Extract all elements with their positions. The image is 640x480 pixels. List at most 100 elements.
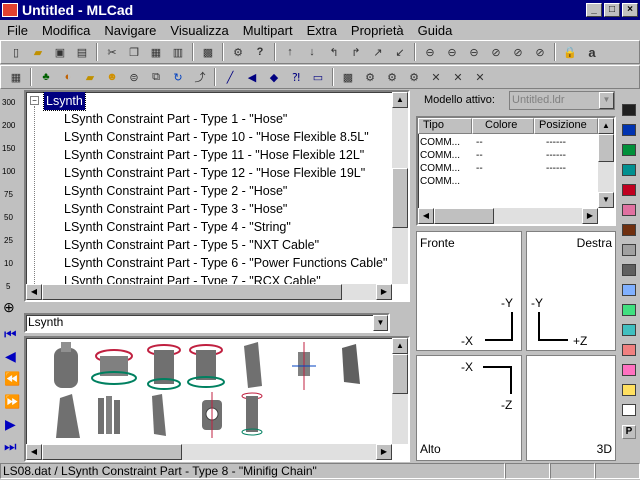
minifig-icon[interactable]: ☻ xyxy=(101,67,123,87)
scroll-thumb[interactable] xyxy=(598,134,614,162)
optional-line-icon[interactable]: ⁈ xyxy=(285,67,307,87)
color-swatch[interactable] xyxy=(622,304,636,316)
zoom-10[interactable]: 10 xyxy=(4,259,13,268)
part-thumb-10[interactable] xyxy=(152,394,166,436)
properties-icon[interactable]: ⚙ xyxy=(227,42,249,62)
part-thumb-2[interactable] xyxy=(91,349,137,385)
quad-icon[interactable]: ◆ xyxy=(263,67,285,87)
color-swatch[interactable] xyxy=(622,404,636,416)
close-button[interactable]: × xyxy=(622,3,638,17)
parts-category-select[interactable]: Lsynth ▼ xyxy=(24,313,390,333)
last-step-icon[interactable]: ⏭ xyxy=(4,438,17,455)
scroll-left-icon[interactable]: ◀ xyxy=(26,444,42,460)
active-model-select[interactable]: Untitled.ldr ▼ xyxy=(509,91,615,110)
color-swatch[interactable] xyxy=(622,324,636,336)
part-thumb-9[interactable] xyxy=(98,396,120,434)
line-icon[interactable]: ╱ xyxy=(219,67,241,87)
gallery-hscrollbar[interactable]: ◀ ▶ xyxy=(26,444,392,460)
model-vscrollbar[interactable]: ▲ ▼ xyxy=(598,118,614,208)
scroll-up-icon[interactable]: ▲ xyxy=(392,338,408,354)
color-swatch[interactable] xyxy=(622,144,636,156)
zoom-150[interactable]: 150 xyxy=(2,144,15,153)
tree-item[interactable]: LSynth Constraint Part - Type 12 - "Hose… xyxy=(64,164,365,182)
viewport-top[interactable]: -X -Z Alto xyxy=(416,355,522,461)
part-thumb-11[interactable] xyxy=(202,392,222,438)
color-swatch[interactable] xyxy=(622,184,636,196)
help-context-icon[interactable]: ? xyxy=(249,42,271,62)
paste-icon[interactable]: ▦ xyxy=(145,42,167,62)
menu-file[interactable]: File xyxy=(0,23,35,38)
part-thumb-8[interactable] xyxy=(56,394,80,438)
forward-icon[interactable]: ⏩ xyxy=(4,394,20,410)
tree-item[interactable]: LSynth Constraint Part - Type 10 - "Hose… xyxy=(64,128,369,146)
back-icon[interactable]: ⏪ xyxy=(4,371,20,387)
synth-cross3-icon[interactable]: ✕ xyxy=(469,67,491,87)
col-header-tipo[interactable]: Tipo xyxy=(418,118,472,134)
move-right-icon[interactable]: ↱ xyxy=(345,42,367,62)
move-diag-icon[interactable]: ↗ xyxy=(367,42,389,62)
color-swatch[interactable] xyxy=(622,204,636,216)
scroll-right-icon[interactable]: ▶ xyxy=(376,284,392,300)
app-icon[interactable] xyxy=(2,3,18,17)
zoom-50[interactable]: 50 xyxy=(4,213,13,222)
table-row[interactable]: COMM...-------- xyxy=(420,163,566,174)
scroll-up-icon[interactable]: ▲ xyxy=(392,92,408,108)
tree-item[interactable]: LSynth Constraint Part - Type 1 - "Hose" xyxy=(64,110,287,128)
rotate-z-icon[interactable]: ⊖ xyxy=(463,42,485,62)
col-header-colore[interactable]: Colore xyxy=(472,118,534,134)
color-swatch[interactable] xyxy=(622,164,636,176)
palette-more-button[interactable]: P xyxy=(622,425,636,439)
color-swatch[interactable] xyxy=(622,364,636,376)
color-swatch[interactable] xyxy=(622,384,636,396)
ghost-icon[interactable]: ▩ xyxy=(337,67,359,87)
scroll-down-icon[interactable]: ▼ xyxy=(598,192,614,208)
viewport-3d[interactable]: 3D xyxy=(526,355,616,461)
menu-guida[interactable]: Guida xyxy=(411,23,460,38)
rotate-y-icon[interactable]: ⊖ xyxy=(441,42,463,62)
tree-item[interactable]: LSynth Constraint Part - Type 3 - "Hose" xyxy=(64,200,287,218)
part-thumb-1[interactable] xyxy=(54,342,78,388)
scroll-thumb[interactable] xyxy=(434,208,494,224)
tree-root-lsynth[interactable]: Lsynth xyxy=(43,92,86,111)
rotate-x-icon[interactable]: ⊖ xyxy=(419,42,441,62)
viewport-right[interactable]: Destra -Y +Z xyxy=(526,231,616,351)
open-folder-icon[interactable]: ▰ xyxy=(27,42,49,62)
cylinder-icon[interactable]: ⊜ xyxy=(123,67,145,87)
menu-multipart[interactable]: Multipart xyxy=(236,23,300,38)
first-step-icon[interactable]: ⏮ xyxy=(4,326,17,343)
save-icon[interactable]: ▣ xyxy=(49,42,71,62)
gallery-vscrollbar[interactable]: ▲ xyxy=(392,338,408,444)
chevron-down-icon[interactable]: ▼ xyxy=(373,315,388,331)
zoom-5[interactable]: 5 xyxy=(6,282,10,291)
zoom-25[interactable]: 25 xyxy=(4,236,13,245)
table-row[interactable]: COMM...-------- xyxy=(420,137,566,148)
new-file-icon[interactable]: ▯ xyxy=(5,42,27,62)
scroll-thumb[interactable] xyxy=(392,168,408,228)
zoom-300[interactable]: 300 xyxy=(2,98,15,107)
tree-item[interactable]: LSynth Constraint Part - Type 6 - "Power… xyxy=(64,254,387,272)
copy-icon[interactable]: ❐ xyxy=(123,42,145,62)
synth3-icon[interactable]: ⚙ xyxy=(403,67,425,87)
scroll-left-icon[interactable]: ◀ xyxy=(418,208,434,224)
comment-icon[interactable]: ▭ xyxy=(307,67,329,87)
scroll-thumb[interactable] xyxy=(392,354,408,394)
part-thumb-5[interactable] xyxy=(244,342,262,388)
save-all-icon[interactable]: ▤ xyxy=(71,42,93,62)
rotate-y2-icon[interactable]: ⊘ xyxy=(507,42,529,62)
color-swatch[interactable] xyxy=(622,344,636,356)
synth-cross2-icon[interactable]: ✕ xyxy=(447,67,469,87)
table-row[interactable]: COMM...-------- xyxy=(420,176,460,186)
part-thumb-7[interactable] xyxy=(342,344,360,384)
delete-icon[interactable]: ▥ xyxy=(167,42,189,62)
color-swatch[interactable] xyxy=(622,224,636,236)
scroll-right-icon[interactable]: ▶ xyxy=(582,208,598,224)
model-hscrollbar[interactable]: ◀ ▶ xyxy=(418,208,598,224)
grid-icon[interactable]: ▦ xyxy=(5,67,27,87)
scroll-left-icon[interactable]: ◀ xyxy=(26,284,42,300)
zoom-200[interactable]: 200 xyxy=(2,121,15,130)
chevron-down-icon[interactable]: ▼ xyxy=(599,92,614,109)
hose-icon[interactable]: ⤴ xyxy=(189,67,211,87)
rotate-step-icon[interactable]: ↻ xyxy=(167,67,189,87)
part-thumb-12[interactable] xyxy=(241,392,263,436)
part-thumb-6[interactable] xyxy=(292,342,316,390)
